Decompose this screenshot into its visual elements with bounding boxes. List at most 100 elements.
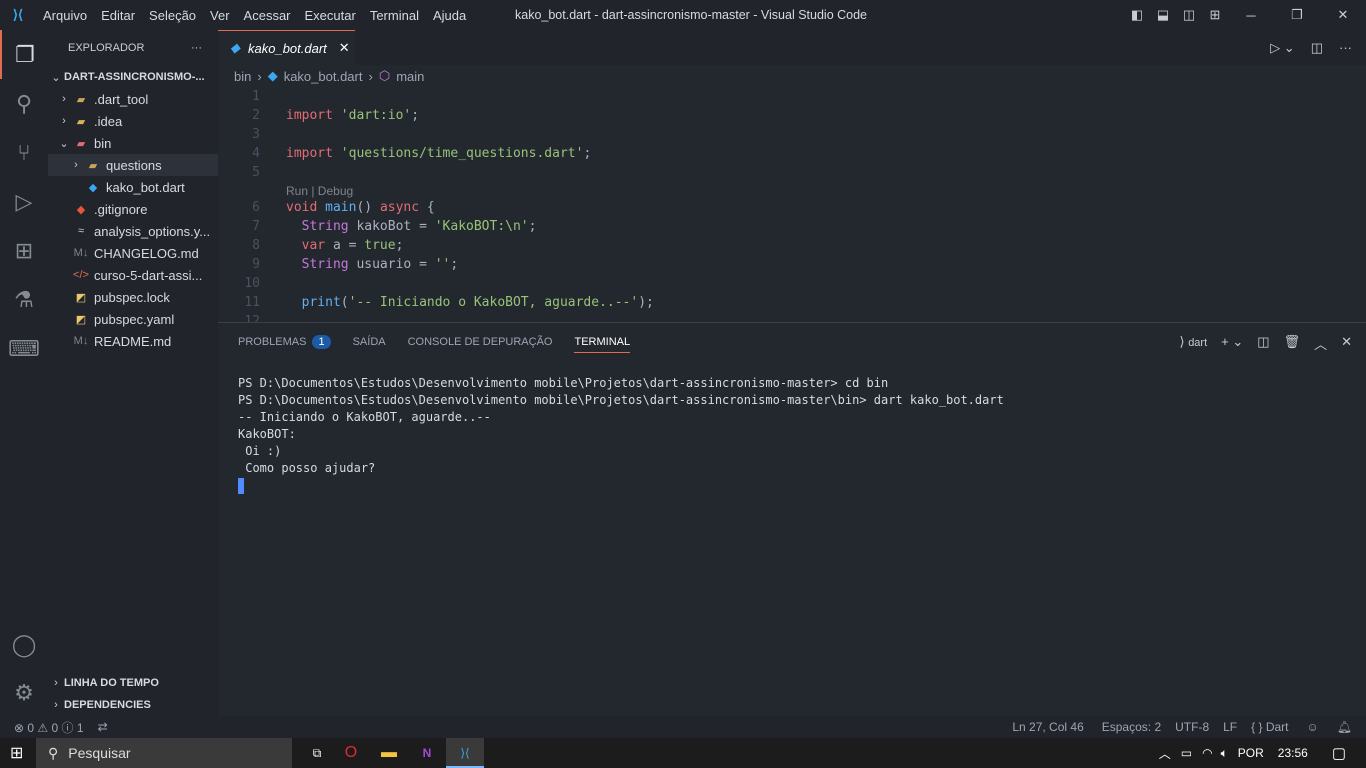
tab-debug-console[interactable]: CONSOLE DE DEPURAÇÃO: [408, 336, 553, 348]
breadcrumb-file[interactable]: kako_bot.dart: [284, 69, 363, 84]
action-center-icon[interactable]: ▢: [1332, 744, 1346, 762]
windows-start-icon[interactable]: ⊞: [10, 743, 23, 763]
file-tree-item[interactable]: ◆ kako_bot.dart: [48, 176, 218, 198]
account-icon[interactable]: ◯: [0, 620, 48, 669]
breadcrumb-bin[interactable]: bin: [234, 69, 251, 84]
search-icon[interactable]: ⚲: [0, 79, 48, 128]
folder-icon: ▰: [76, 93, 86, 106]
indentation[interactable]: Espaços: 2: [1102, 720, 1161, 734]
battery-icon[interactable]: ▭: [1181, 746, 1192, 760]
file-tree-item[interactable]: ≈ analysis_options.y...: [48, 220, 218, 242]
menu-3[interactable]: Ver: [203, 8, 237, 23]
feedback-icon[interactable]: ☺: [1307, 720, 1319, 734]
clock[interactable]: 23:56: [1278, 746, 1308, 760]
workspace-root[interactable]: ⌄ DART-ASSINCRONISMO-...: [48, 66, 218, 88]
menu-2[interactable]: Seleção: [142, 8, 203, 23]
codelens-run-debug[interactable]: Run | Debug: [286, 184, 353, 198]
close-panel-icon[interactable]: ✕: [1341, 334, 1352, 353]
menu-0[interactable]: Arquivo: [36, 8, 94, 23]
terminal-icon[interactable]: ⌨: [0, 324, 48, 373]
problems-status[interactable]: ⊗ 0 ⚠ 0 ⓘ 1: [14, 719, 84, 736]
source-control-icon[interactable]: ⑂: [0, 128, 48, 177]
language-mode[interactable]: { } Dart: [1251, 720, 1288, 734]
input-language[interactable]: POR: [1238, 746, 1264, 760]
menu-7[interactable]: Ajuda: [426, 8, 473, 23]
menu-5[interactable]: Executar: [298, 8, 363, 23]
timeline-section[interactable]: › LINHA DO TEMPO: [48, 672, 218, 694]
tab-terminal[interactable]: TERMINAL: [574, 336, 631, 353]
chevron-icon: ›: [62, 115, 66, 127]
toggle-panel-icon[interactable]: ⬓: [1150, 7, 1176, 23]
chevron-icon: ›: [74, 159, 78, 171]
customize-layout-icon[interactable]: ⊞: [1202, 7, 1228, 23]
show-hidden-icons[interactable]: ︿: [1159, 745, 1171, 762]
tab-kako-bot-dart[interactable]: ◆ kako_bot.dart ✕: [218, 30, 355, 65]
onenote-icon[interactable]: N: [408, 746, 446, 760]
terminal-shell-selector[interactable]: ⟩ dart: [1180, 334, 1208, 353]
cursor-position[interactable]: Ln 27, Col 46: [1012, 720, 1083, 734]
status-bar: ⊗ 0 ⚠ 0 ⓘ 1 ⇄ Ln 27, Col 46 Espaços: 2 U…: [0, 716, 1366, 738]
run-file-icon[interactable]: ▷ ⌄: [1262, 30, 1303, 65]
file-explorer-icon[interactable]: ▬: [370, 744, 408, 762]
menu-1[interactable]: Editar: [94, 8, 142, 23]
file-tree-item[interactable]: ◩ pubspec.yaml: [48, 308, 218, 330]
taskbar-search[interactable]: ⚲ Pesquisar: [36, 738, 292, 768]
explorer-icon[interactable]: ❐: [0, 30, 48, 79]
wifi-icon[interactable]: ◠: [1202, 746, 1212, 760]
file-tree-item[interactable]: ◆ .gitignore: [48, 198, 218, 220]
tab-problems[interactable]: PROBLEMAS 1: [238, 335, 331, 349]
menu-6[interactable]: Terminal: [363, 8, 426, 23]
live-share-icon[interactable]: ⇄: [98, 720, 108, 734]
file-tree-item[interactable]: M↓ CHANGELOG.md: [48, 242, 218, 264]
dependencies-section[interactable]: › DEPENDENCIES: [48, 694, 218, 716]
file-name: README.md: [94, 333, 172, 349]
tab-output[interactable]: SAÍDA: [353, 336, 386, 348]
vscode-taskbar-icon[interactable]: ⟩⟨: [446, 738, 484, 768]
close-tab-icon[interactable]: ✕: [339, 40, 350, 56]
menu-bar: Arquivo Editar Seleção Ver Acessar Executar Te…: [36, 8, 473, 23]
settings-gear-icon[interactable]: ⚙: [0, 668, 48, 717]
opera-icon[interactable]: O: [332, 744, 370, 762]
file-tree-item[interactable]: </> curso-5-dart-assi...: [48, 264, 218, 286]
code-editor[interactable]: 1 2 import 'dart:io'; 3 4 import 'question…: [218, 87, 1366, 322]
eol[interactable]: LF: [1223, 720, 1237, 734]
file-name: .idea: [94, 113, 123, 129]
breadcrumb-main[interactable]: main: [396, 69, 424, 84]
menu-4[interactable]: Acessar: [237, 8, 298, 23]
restore-button[interactable]: ❐: [1274, 7, 1320, 23]
file-tree-item[interactable]: ⌄ ▰ bin: [48, 132, 218, 154]
notifications-bell-icon[interactable]: 🔔︎: [1337, 720, 1352, 734]
kill-terminal-icon[interactable]: 🗑: [1284, 334, 1301, 353]
task-view-icon[interactable]: ⧉: [302, 746, 332, 761]
file-tree-item[interactable]: › ▰ .idea: [48, 110, 218, 132]
split-editor-icon[interactable]: ◫: [1303, 30, 1331, 65]
more-editor-actions-icon[interactable]: ···: [1331, 30, 1366, 65]
dart-icon: ◆: [88, 181, 98, 194]
file-name: curso-5-dart-assi...: [94, 267, 203, 283]
extensions-icon[interactable]: ⊞: [0, 226, 48, 275]
volume-icon[interactable]: 🔈︎: [1221, 746, 1228, 761]
new-terminal-icon[interactable]: + ⌄: [1221, 334, 1243, 353]
split-terminal-icon[interactable]: ◫: [1257, 334, 1269, 353]
terminal-line: PS D:\Documentos\Estudos\Desenvolvimento…: [238, 393, 1004, 407]
explorer-sidebar: EXPLORADOR ··· ⌄ DART-ASSINCRONISMO-... › ▰…: [48, 30, 218, 716]
title-bar: ⟩⟨ Arquivo Editar Seleção Ver Acessar Executa…: [0, 0, 1366, 30]
more-actions-button[interactable]: ···: [191, 42, 202, 54]
file-tree-item[interactable]: › ▰ questions: [48, 154, 218, 176]
timeline-label: LINHA DO TEMPO: [64, 677, 159, 689]
maximize-panel-icon[interactable]: ︿: [1314, 334, 1327, 353]
file-tree-item[interactable]: M↓ README.md: [48, 330, 218, 352]
markdown-icon: M↓: [73, 247, 89, 259]
toggle-sidebar-icon[interactable]: ◧: [1124, 7, 1150, 23]
html-icon: </>: [73, 269, 89, 281]
file-tree-item[interactable]: ◩ pubspec.lock: [48, 286, 218, 308]
testing-icon[interactable]: ⚗: [0, 275, 48, 324]
dart-icon: ◆: [230, 40, 240, 55]
toggle-secondary-sidebar-icon[interactable]: ◫: [1176, 7, 1202, 23]
minimize-button[interactable]: ─: [1228, 8, 1274, 23]
file-tree-item[interactable]: › ▰ .dart_tool: [48, 88, 218, 110]
run-debug-icon[interactable]: ▷: [0, 177, 48, 226]
encoding[interactable]: UTF-8: [1175, 720, 1209, 734]
close-window-button[interactable]: ✕: [1320, 7, 1366, 23]
terminal-output[interactable]: PS D:\Documentos\Estudos\Desenvolvimento…: [218, 361, 1366, 494]
